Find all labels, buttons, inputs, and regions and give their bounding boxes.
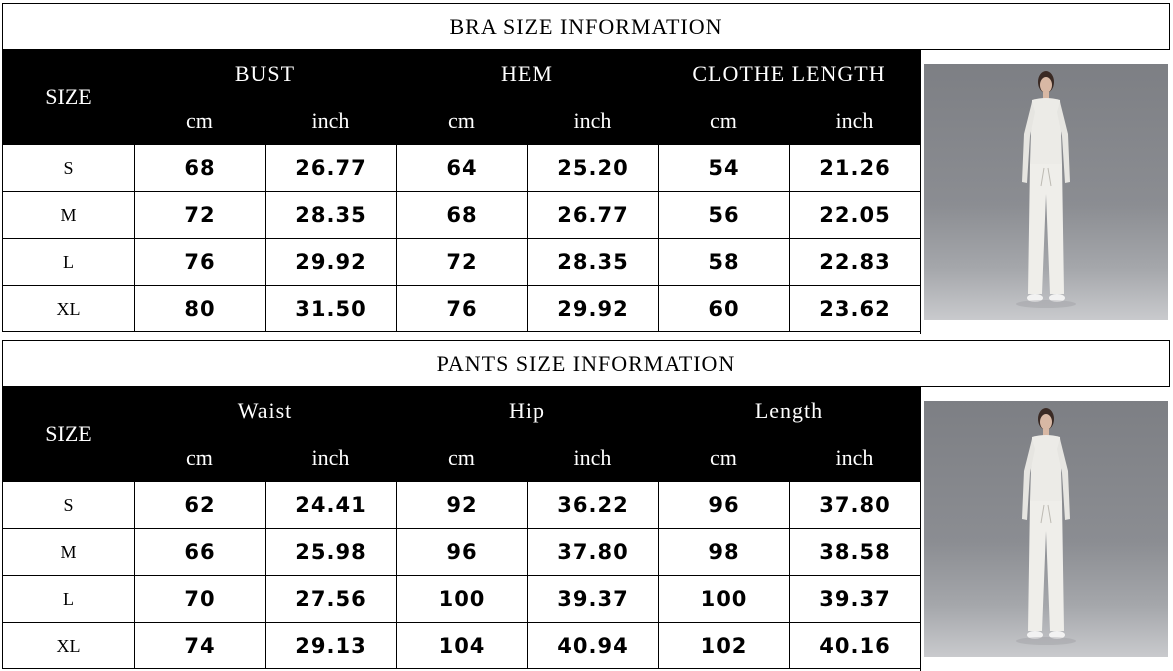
unit-header: cm — [186, 107, 213, 133]
photo-backdrop — [924, 401, 1168, 657]
measurement-cell: 74 — [134, 623, 265, 669]
table-row: M 66 25.98 96 37.80 98 38.58 — [3, 528, 920, 575]
table-header: SIZE Waist Hip Length cm inch cm inch cm… — [3, 387, 920, 481]
table-title: PANTS SIZE INFORMATION — [3, 341, 1169, 387]
measurement-cell: 60 — [658, 286, 789, 332]
measurement-cell: 104 — [396, 623, 527, 669]
model-figure — [1016, 408, 1076, 645]
measurement-cell: 100 — [396, 576, 527, 622]
measurement-cell: 40.94 — [527, 623, 658, 669]
table-header: SIZE BUST HEM CLOTHE LENGTH cm inch cm i… — [3, 50, 920, 144]
measurement-cell: 26.77 — [265, 145, 396, 191]
measurement-cell: 22.83 — [789, 239, 920, 285]
measurement-cell: 96 — [658, 482, 789, 528]
unit-header: inch — [311, 107, 350, 133]
model-photo — [920, 387, 1170, 671]
size-cell: L — [63, 588, 74, 609]
unit-header: cm — [710, 444, 737, 470]
table-row: S 68 26.77 64 25.20 54 21.26 — [3, 144, 920, 191]
measurement-cell: 102 — [658, 623, 789, 669]
column-group-header: Hip — [509, 397, 545, 423]
column-group-header: Waist — [237, 397, 293, 423]
measurement-cell: 25.20 — [527, 145, 658, 191]
measurement-cell: 80 — [134, 286, 265, 332]
table-row: S 62 24.41 92 36.22 96 37.80 — [3, 481, 920, 528]
column-group-header: BUST — [234, 60, 296, 86]
measurement-cell: 56 — [658, 192, 789, 238]
measurement-cell: 68 — [134, 145, 265, 191]
measurement-cell: 62 — [134, 482, 265, 528]
model-figure — [1016, 71, 1076, 308]
measurement-cell: 25.98 — [265, 529, 396, 575]
measurement-cell: 58 — [658, 239, 789, 285]
measurement-cell: 54 — [658, 145, 789, 191]
measurement-cell: 28.35 — [527, 239, 658, 285]
measurement-cell: 24.41 — [265, 482, 396, 528]
unit-header: inch — [311, 444, 350, 470]
table-row: L 76 29.92 72 28.35 58 22.83 — [3, 238, 920, 285]
measurement-cell: 29.92 — [527, 286, 658, 332]
measurement-cell: 66 — [134, 529, 265, 575]
measurement-cell: 38.58 — [789, 529, 920, 575]
bra-size-table: BRA SIZE INFORMATION SIZE BUST HEM CLOTH… — [2, 3, 1170, 334]
measurement-cell: 70 — [134, 576, 265, 622]
size-cell: S — [63, 494, 74, 515]
measurement-cell: 22.05 — [789, 192, 920, 238]
measurement-cell: 76 — [396, 286, 527, 332]
measurement-cell: 31.50 — [265, 286, 396, 332]
measurement-cell: 27.56 — [265, 576, 396, 622]
column-group-header: Length — [754, 397, 824, 423]
column-group-header: CLOTHE LENGTH — [692, 60, 886, 86]
unit-header: inch — [573, 107, 612, 133]
measurement-cell: 29.13 — [265, 623, 396, 669]
pants-size-table: PANTS SIZE INFORMATION SIZE Waist Hip Le… — [2, 340, 1170, 671]
size-cell: M — [60, 204, 77, 225]
measurement-cell: 29.92 — [265, 239, 396, 285]
table-row: M 72 28.35 68 26.77 56 22.05 — [3, 191, 920, 238]
measurement-cell: 100 — [658, 576, 789, 622]
unit-header: inch — [835, 107, 874, 133]
measurement-cell: 23.62 — [789, 286, 920, 332]
size-cell: XL — [56, 298, 81, 319]
measurement-cell: 92 — [396, 482, 527, 528]
photo-backdrop — [924, 64, 1168, 320]
measurement-cell: 39.37 — [789, 576, 920, 622]
unit-header: inch — [573, 444, 612, 470]
table-row: XL 74 29.13 104 40.94 102 40.16 — [3, 622, 920, 669]
measurement-cell: 76 — [134, 239, 265, 285]
measurement-cell: 96 — [396, 529, 527, 575]
measurement-cell: 26.77 — [527, 192, 658, 238]
size-header: SIZE — [45, 84, 92, 109]
unit-header: cm — [448, 107, 475, 133]
table-row: XL 80 31.50 76 29.92 60 23.62 — [3, 285, 920, 332]
measurement-cell: 72 — [134, 192, 265, 238]
measurement-cell: 21.26 — [789, 145, 920, 191]
measurement-cell: 37.80 — [527, 529, 658, 575]
measurement-cell: 28.35 — [265, 192, 396, 238]
measurement-cell: 68 — [396, 192, 527, 238]
measurement-cell: 64 — [396, 145, 527, 191]
size-cell: S — [63, 157, 74, 178]
unit-header: cm — [448, 444, 475, 470]
measurement-cell: 39.37 — [527, 576, 658, 622]
model-photo — [920, 50, 1170, 334]
measurement-cell: 36.22 — [527, 482, 658, 528]
size-cell: L — [63, 251, 74, 272]
unit-header: inch — [835, 444, 874, 470]
size-cell: XL — [56, 635, 81, 656]
unit-header: cm — [710, 107, 737, 133]
measurement-cell: 40.16 — [789, 623, 920, 669]
measurement-cell: 72 — [396, 239, 527, 285]
table-row: L 70 27.56 100 39.37 100 39.37 — [3, 575, 920, 622]
measurement-cell: 98 — [658, 529, 789, 575]
unit-header: cm — [186, 444, 213, 470]
size-header: SIZE — [45, 421, 92, 446]
column-group-header: HEM — [501, 60, 553, 86]
measurement-cell: 37.80 — [789, 482, 920, 528]
size-cell: M — [60, 541, 77, 562]
table-title: BRA SIZE INFORMATION — [3, 4, 1169, 50]
